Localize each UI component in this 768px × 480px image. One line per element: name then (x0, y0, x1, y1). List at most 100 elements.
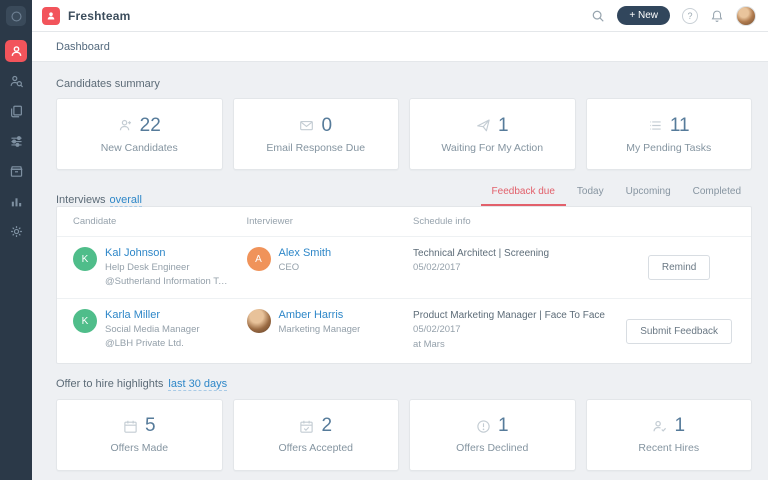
main-column: Freshteam + New ? Dashboard Candidates s… (32, 0, 768, 480)
sidebar-item-talent-pool[interactable] (5, 160, 27, 182)
schedule-cell: Product Marketing Manager | Face To Face… (397, 309, 605, 352)
interviews-table: Candidate Interviewer Schedule info K Ka… (56, 206, 752, 364)
email-response-due-label: Email Response Due (266, 141, 366, 154)
candidate-cell: K Karla Miller Social Media Manager @LBH… (57, 309, 231, 350)
subheader: Dashboard (32, 32, 768, 62)
user-avatar[interactable] (736, 5, 756, 26)
topbar-actions: + New ? (591, 5, 756, 26)
pending-tasks-label: My Pending Tasks (626, 141, 712, 154)
column-actions (605, 207, 751, 236)
candidate-name-link[interactable]: Kal Johnson (105, 247, 231, 261)
tasks-icon (648, 118, 663, 133)
candidates-summary-cards: 22 New Candidates 0 Email Response Due 1… (56, 98, 752, 170)
sidebar-item-candidates[interactable] (5, 70, 27, 92)
action-cell: Remind (605, 255, 751, 281)
offers-made-card[interactable]: 5 Offers Made (56, 398, 223, 471)
sidebar-item-interviews[interactable] (5, 130, 27, 152)
offers-accepted-card[interactable]: 2 Offers Accepted (232, 398, 399, 471)
email-response-due-value: 0 (321, 114, 333, 136)
schedule-cell: Technical Architect | Screening 05/02/20… (397, 247, 605, 276)
brand: Freshteam (42, 6, 131, 25)
waiting-for-action-value: 1 (497, 114, 509, 136)
candidate-company: @Sutherland Information Technolo... (105, 275, 231, 287)
column-candidate: Candidate (73, 216, 117, 227)
sidebar-nav (5, 40, 27, 242)
pending-tasks-value: 11 (669, 114, 690, 136)
help-icon[interactable]: ? (682, 7, 698, 24)
tab-feedback-due[interactable]: Feedback due (480, 182, 566, 206)
offers-declined-value: 1 (497, 415, 509, 437)
pending-tasks-card[interactable]: 11 My Pending Tasks (585, 98, 752, 170)
person-icon (118, 118, 133, 133)
freshworks-logo-icon[interactable] (6, 6, 26, 26)
offers-accepted-label: Offers Accepted (278, 442, 353, 455)
submit-feedback-button[interactable]: Submit Feedback (626, 318, 733, 344)
bell-icon[interactable] (710, 9, 724, 23)
tab-completed[interactable]: Completed (682, 182, 752, 206)
topbar: Freshteam + New ? (32, 0, 768, 32)
interviewer-cell: A Alex Smith CEO (231, 247, 398, 275)
action-cell: Submit Feedback (605, 318, 751, 344)
new-candidates-label: New Candidates (100, 141, 178, 154)
interviewer-role: Marketing Manager (278, 324, 361, 336)
new-candidates-card[interactable]: 22 New Candidates (56, 98, 223, 170)
interviewer-avatar: A (246, 247, 271, 271)
new-button[interactable]: + New (617, 6, 670, 25)
alert-icon (476, 419, 491, 434)
offers-declined-label: Offers Declined (456, 442, 529, 455)
table-row: K Karla Miller Social Media Manager @LBH… (57, 299, 751, 362)
remind-button[interactable]: Remind (647, 255, 711, 281)
sidebar-item-job-postings[interactable] (5, 100, 27, 122)
candidate-company: @LBH Private Ltd. (105, 337, 184, 349)
offers-title: Offer to hire highlights (56, 377, 164, 390)
schedule-date: 05/02/2017 (413, 324, 461, 336)
schedule-date: 05/02/2017 (413, 262, 461, 273)
table-header: Candidate Interviewer Schedule info (57, 207, 751, 237)
interviews-header: Interviews overall Feedback due Today Upc… (56, 182, 752, 207)
schedule-title: Technical Architect | Screening (413, 248, 550, 259)
candidate-name-link[interactable]: Karla Miller (105, 309, 200, 323)
search-icon[interactable] (591, 9, 605, 23)
offers-made-label: Offers Made (110, 442, 169, 455)
offers-accepted-value: 2 (321, 415, 333, 437)
new-candidates-value: 22 (139, 114, 161, 136)
candidate-avatar: K (73, 247, 97, 271)
schedule-title: Product Marketing Manager | Face To Face (413, 310, 605, 322)
interviews-tabs: Feedback due Today Upcoming Completed (480, 182, 752, 206)
offers-range-filter[interactable]: last 30 days (168, 378, 228, 391)
email-icon (299, 118, 314, 133)
app-title: Freshteam (68, 8, 131, 23)
tab-upcoming[interactable]: Upcoming (615, 182, 682, 206)
email-response-due-card[interactable]: 0 Email Response Due (232, 98, 399, 170)
candidate-role: Help Desk Engineer (105, 261, 190, 273)
waiting-for-action-label: Waiting For My Action (441, 141, 544, 154)
recent-hires-label: Recent Hires (638, 442, 700, 455)
interviewer-name-link[interactable]: Amber Harris (279, 309, 361, 323)
candidate-cell: K Kal Johnson Help Desk Engineer @Suther… (57, 247, 231, 288)
schedule-location: at Mars (413, 339, 445, 350)
tab-today[interactable]: Today (566, 182, 615, 206)
freshteam-logo-icon[interactable] (42, 6, 60, 25)
sidebar-item-settings[interactable] (5, 220, 27, 242)
sidebar-item-reports[interactable] (5, 190, 27, 212)
interviews-scope-filter[interactable]: overall (109, 194, 142, 207)
app-root: Freshteam + New ? Dashboard Candidates s… (0, 0, 768, 480)
recent-hires-card[interactable]: 1 Recent Hires (585, 398, 752, 471)
recent-hires-value: 1 (674, 415, 686, 437)
interviewer-name-link[interactable]: Alex Smith (279, 247, 332, 261)
waiting-for-action-card[interactable]: 1 Waiting For My Action (409, 98, 576, 170)
offers-header: Offer to hire highlights last 30 days (56, 378, 752, 391)
calendar-icon (123, 419, 138, 434)
paper-plane-icon (476, 118, 491, 133)
offer-highlight-cards: 5 Offers Made 2 Offers Accepted 1 Offers… (56, 398, 752, 471)
offers-made-value: 5 (144, 415, 156, 437)
column-interviewer: Interviewer (246, 216, 293, 227)
sidebar-item-dashboard[interactable] (5, 40, 27, 62)
candidate-role: Social Media Manager (105, 324, 200, 336)
table-row: K Kal Johnson Help Desk Engineer @Suther… (57, 237, 751, 300)
candidates-summary-title: Candidates summary (56, 78, 160, 90)
page-title: Dashboard (56, 40, 110, 53)
column-schedule-info: Schedule info (413, 216, 471, 227)
sidebar (0, 0, 32, 480)
offers-declined-card[interactable]: 1 Offers Declined (409, 398, 576, 471)
